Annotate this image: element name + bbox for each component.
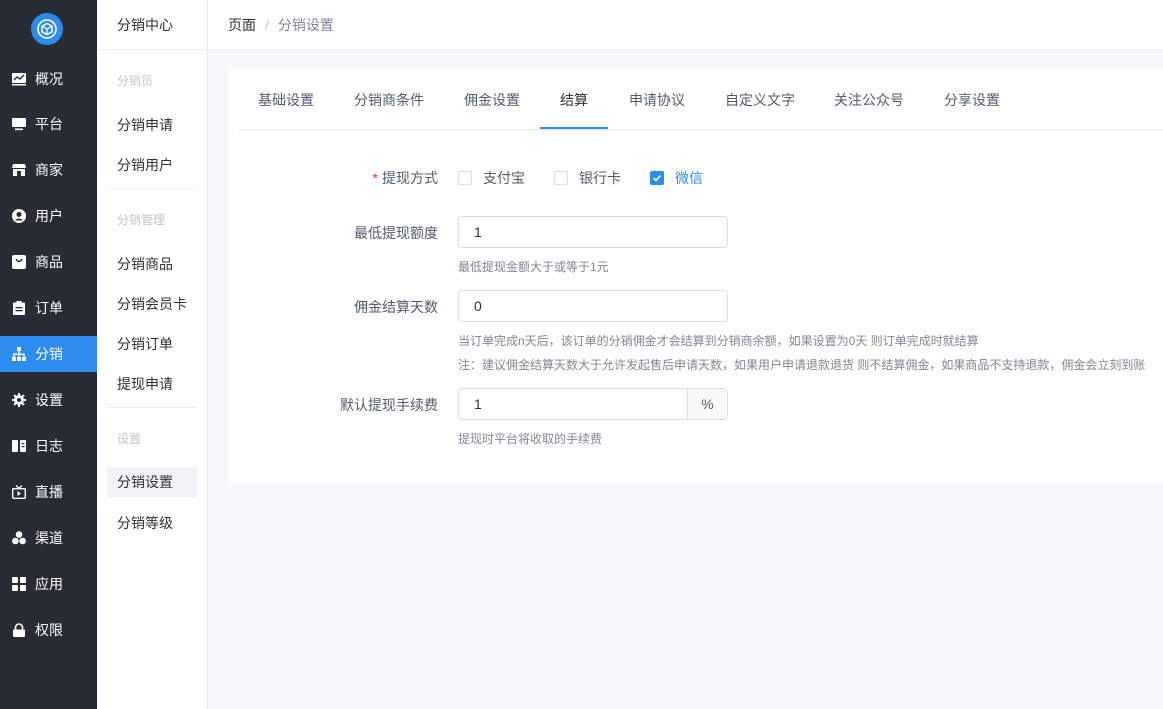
nav-item-label: 直播 [35,484,63,500]
checkbox-box[interactable] [650,171,664,185]
nav-item-label: 日志 [35,438,63,454]
breadcrumb: 页面 / 分销设置 [208,0,1163,50]
bag-icon [12,255,26,269]
active-tab-indicator [540,127,608,129]
nav-item-label: 用户 [35,208,63,224]
submenu-item-withdraw-apply[interactable]: 提现申请 [107,369,197,399]
nav-item-label: 商家 [35,162,63,178]
sitemap-icon [12,347,26,361]
main-sidebar: 概况 平台 商家 用户 商品 订单 分销 设置 日志 直播 渠道 应用 权限 [0,0,97,709]
monitor-icon [12,117,26,131]
fee-help: 提现时平台将收取的手续费 [458,432,603,446]
grid-icon [12,577,26,591]
fee-label: 默认提现手续费 [340,397,438,413]
checkbox-wechat-label: 微信 [675,170,703,186]
nav-item-label: 分销 [35,346,63,362]
checkbox-bank-card-label: 银行卡 [579,170,621,186]
fee-input[interactable]: 1 [459,389,687,419]
nav-item-label: 渠道 [35,530,63,546]
app-logo[interactable] [31,13,63,45]
submenu-item-settings[interactable]: 分销设置 [107,467,197,497]
nav-item-channels[interactable]: 渠道 [0,520,97,556]
tab-basic[interactable]: 基础设置 [258,70,314,130]
cube-logo-icon [37,19,57,39]
nav-item-goods[interactable]: 商品 [0,244,97,280]
nav-item-orders[interactable]: 订单 [0,290,97,326]
settings-tabs: 基础设置 分销商条件 佣金设置 结算 申请协议 自定义文字 关注公众号 分享设置 [238,70,1163,130]
cubes-icon [12,531,26,545]
submenu-group-manage: 分销管理 [117,213,166,227]
tab-custom-text[interactable]: 自定义文字 [725,70,795,130]
settings-card: 基础设置 分销商条件 佣金设置 结算 申请协议 自定义文字 关注公众号 分享设置… [228,70,1163,482]
settle-days-help: 当订单完成n天后，该订单的分销佣金才会结算到分销商余额，如果设置为0天 则订单完… [458,334,979,348]
min-withdraw-input[interactable]: 1 [458,216,728,248]
nav-item-overview[interactable]: 概况 [0,61,97,97]
chart-icon [12,72,26,86]
tv-icon [12,485,26,499]
submenu-divider [107,407,197,408]
user-icon [12,209,26,223]
nav-item-label: 设置 [35,392,63,408]
settle-days-label: 佣金结算天数 [354,299,438,315]
checkbox-alipay-label: 支付宝 [483,170,525,186]
book-icon [12,439,26,453]
nav-item-label: 权限 [35,622,63,638]
nav-item-live[interactable]: 直播 [0,474,97,510]
withdraw-method-label-text: 提现方式 [382,170,438,186]
breadcrumb-separator: / [265,16,269,33]
tab-distributor-conditions[interactable]: 分销商条件 [354,70,424,130]
settle-days-note: 注：建议佣金结算天数大于允许发起售后申请天数，如果用户申请退款退货 则不结算佣金… [458,358,1146,372]
withdraw-method-label: * 提现方式 [228,168,438,188]
nav-item-label: 应用 [35,576,63,592]
submenu-group-settings: 设置 [117,432,142,446]
tab-agreement[interactable]: 申请协议 [629,70,685,130]
checkbox-wechat[interactable]: 微信 [650,168,703,188]
tab-share[interactable]: 分享设置 [944,70,1000,130]
tab-commission[interactable]: 佣金设置 [464,70,520,130]
nav-item-distribution[interactable]: 分销 [0,336,97,372]
checkbox-alipay[interactable]: 支付宝 [458,168,525,188]
store-icon [12,163,26,177]
nav-item-platform[interactable]: 平台 [0,106,97,142]
fee-unit: % [687,389,727,419]
min-withdraw-label: 最低提现额度 [354,225,438,241]
nav-item-settings[interactable]: 设置 [0,382,97,418]
submenu-divider [107,188,197,189]
lock-icon [12,623,26,637]
nav-item-apps[interactable]: 应用 [0,566,97,602]
tab-settlement[interactable]: 结算 [560,70,588,130]
fee-input-group: 1 % [458,388,728,420]
min-withdraw-help: 最低提现金额大于或等于1元 [458,260,609,274]
secondary-menu: 分销中心 分销员 分销申请 分销用户 分销管理 分销商品 分销会员卡 分销订单 … [97,0,208,709]
submenu-item-orders[interactable]: 分销订单 [107,329,197,359]
submenu-item-goods[interactable]: 分销商品 [107,249,197,279]
nav-item-merchant[interactable]: 商家 [0,152,97,188]
nav-item-permissions[interactable]: 权限 [0,612,97,648]
nav-item-label: 平台 [35,116,63,132]
breadcrumb-current: 分销设置 [277,16,334,33]
nav-item-users[interactable]: 用户 [0,198,97,234]
submenu-item-users[interactable]: 分销用户 [107,150,197,180]
checkbox-bank-card[interactable]: 银行卡 [554,168,621,188]
clipboard-icon [12,301,26,315]
submenu-item-member-card[interactable]: 分销会员卡 [107,289,197,319]
checkbox-box[interactable] [458,171,472,185]
submenu-item-apply[interactable]: 分销申请 [107,110,197,140]
check-icon [652,174,662,182]
submenu-group-distributor: 分销员 [117,74,154,88]
nav-item-label: 概况 [35,71,63,87]
tab-follow-official[interactable]: 关注公众号 [834,70,904,130]
nav-item-label: 商品 [35,254,63,270]
nav-item-logs[interactable]: 日志 [0,428,97,464]
breadcrumb-home[interactable]: 页面 [228,15,256,35]
settle-days-input[interactable]: 0 [458,290,728,322]
gear-icon [12,393,26,407]
checkbox-box[interactable] [554,171,568,185]
submenu-title: 分销中心 [97,0,207,50]
required-mark: * [372,170,378,186]
submenu-item-levels[interactable]: 分销等级 [107,508,197,538]
nav-item-label: 订单 [35,300,63,316]
